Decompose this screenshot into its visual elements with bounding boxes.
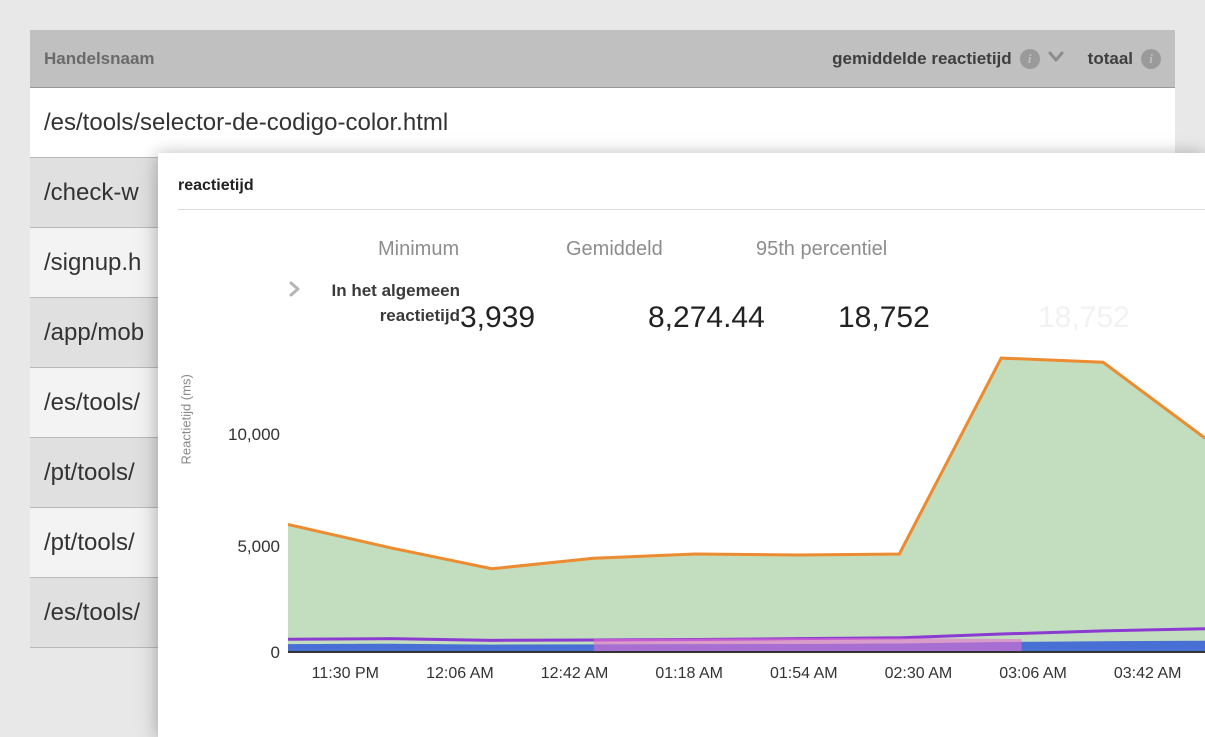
plot-area bbox=[288, 337, 1205, 653]
x-tick: 03:06 AM bbox=[976, 665, 1091, 683]
y-tick: 0 bbox=[220, 643, 280, 663]
stat-head-min: Minimum bbox=[378, 238, 566, 261]
popover-title: reactietijd bbox=[178, 177, 1205, 195]
x-tick: 02:30 AM bbox=[861, 665, 976, 683]
x-tick: 03:42 AM bbox=[1090, 665, 1205, 683]
stat-ghost: 18,752 bbox=[1038, 301, 1205, 335]
row-path: /es/tools/ bbox=[44, 599, 140, 627]
table-row[interactable]: /es/tools/selector-de-codigo-color.html bbox=[30, 88, 1175, 158]
row-path: /es/tools/selector-de-codigo-color.html bbox=[44, 109, 448, 137]
table-header: Handelsnaam gemiddelde reactietijd i tot… bbox=[30, 30, 1175, 88]
total-label: totaal bbox=[1088, 49, 1133, 69]
row-path: /pt/tools/ bbox=[44, 459, 135, 487]
row-path: /app/mob bbox=[44, 319, 144, 347]
y-axis-label: Reactietijd (ms) bbox=[179, 374, 194, 464]
col-name-header: Handelsnaam bbox=[44, 49, 155, 69]
col-metric-header[interactable]: gemiddelde reactietijd i bbox=[832, 49, 1064, 69]
y-tick: 10,000 bbox=[220, 425, 280, 445]
row-path: /es/tools/ bbox=[44, 389, 140, 417]
info-icon[interactable]: i bbox=[1020, 49, 1040, 69]
x-tick: 12:06 AM bbox=[403, 665, 518, 683]
response-chart: Reactietijd (ms) 10,000 5,000 0 11:30 PM… bbox=[192, 337, 1205, 697]
x-tick-row: 11:30 PM12:06 AM12:42 AM01:18 AM01:54 AM… bbox=[288, 665, 1205, 683]
stat-avg: 8,274.44 bbox=[648, 301, 838, 335]
metric-label: gemiddelde reactietijd bbox=[832, 49, 1012, 69]
stat-p95: 18,752 bbox=[838, 301, 1038, 335]
y-tick: 5,000 bbox=[220, 537, 280, 557]
chevron-down-icon[interactable] bbox=[1048, 50, 1064, 68]
x-tick: 01:18 AM bbox=[632, 665, 747, 683]
col-total-header: totaal i bbox=[1088, 49, 1161, 69]
x-axis-line bbox=[288, 651, 1205, 653]
x-tick: 12:42 AM bbox=[517, 665, 632, 683]
divider bbox=[178, 209, 1205, 210]
stat-min: 3,939 bbox=[460, 301, 648, 335]
row-path: /check-w bbox=[44, 179, 139, 207]
info-icon[interactable]: i bbox=[1141, 49, 1161, 69]
x-tick: 11:30 PM bbox=[288, 665, 403, 683]
chevron-right-icon[interactable] bbox=[288, 281, 302, 302]
row-path: /signup.h bbox=[44, 249, 141, 277]
stat-head-avg: Gemiddeld bbox=[566, 238, 756, 261]
x-tick: 01:54 AM bbox=[747, 665, 862, 683]
row-path: /pt/tools/ bbox=[44, 529, 135, 557]
stat-head-p95: 95th percentiel bbox=[756, 238, 956, 261]
overall-label: In het algemeen reactietijd bbox=[310, 279, 460, 328]
detail-popover: reactietijd Minimum Gemiddeld 95th perce… bbox=[158, 153, 1205, 737]
